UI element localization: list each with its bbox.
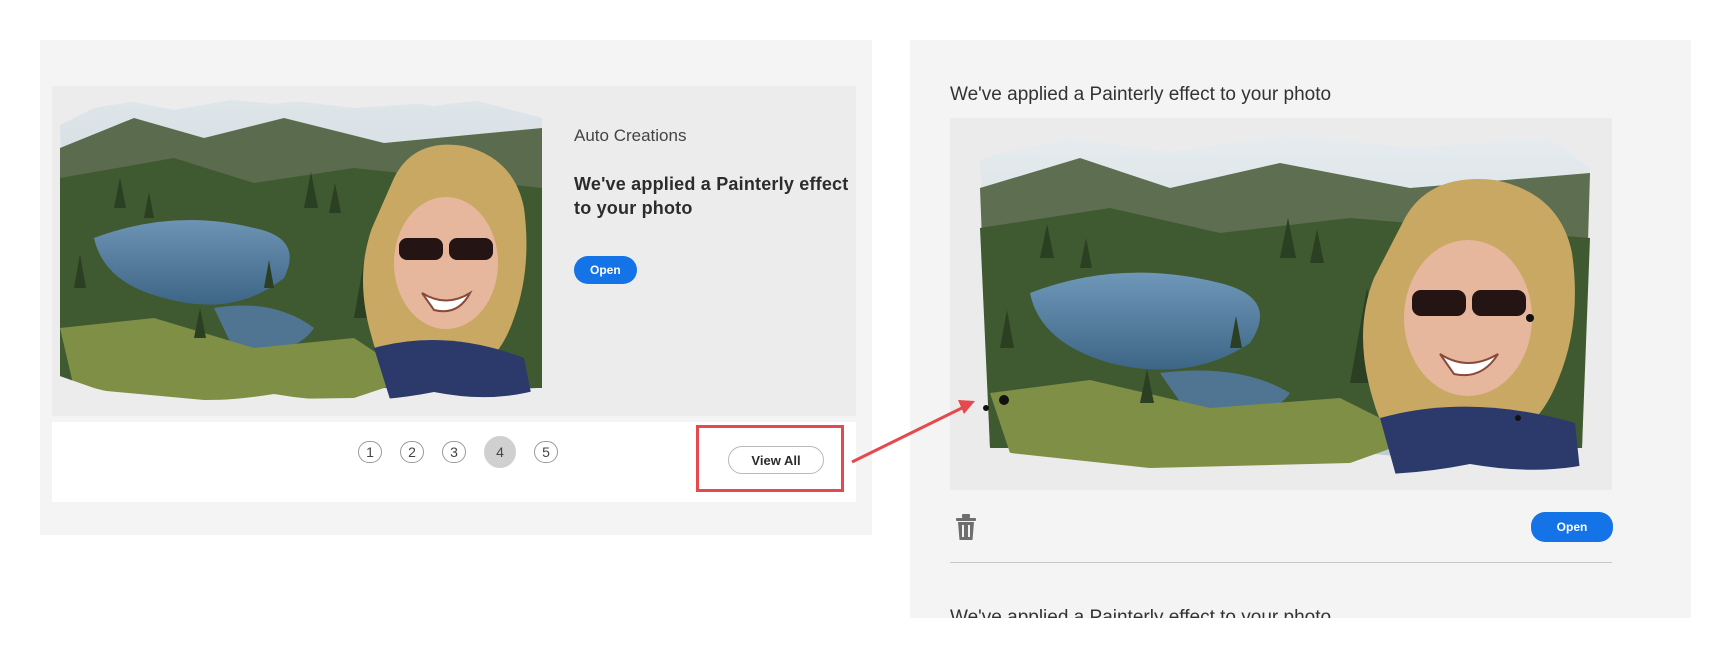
pagination: 1 2 3 4 5 xyxy=(358,436,558,468)
painterly-photo-large[interactable] xyxy=(950,118,1612,490)
card-title: We've applied a Painterly effect to your… xyxy=(574,174,849,218)
page-1-button[interactable]: 1 xyxy=(358,441,382,463)
card-text: Auto Creations We've applied a Painterly… xyxy=(574,126,854,284)
page-5-button[interactable]: 5 xyxy=(534,441,558,463)
auto-creations-panel: Auto Creations We've applied a Painterly… xyxy=(40,40,872,535)
view-all-button[interactable]: View All xyxy=(728,446,824,474)
open-button[interactable]: Open xyxy=(574,256,637,284)
detail-title: We've applied a Painterly effect to your… xyxy=(950,84,1332,105)
card-eyebrow: Auto Creations xyxy=(574,126,687,145)
detail-open-button[interactable]: Open xyxy=(1531,512,1613,542)
page-3-button[interactable]: 3 xyxy=(442,441,466,463)
pagination-bar: 1 2 3 4 5 View All xyxy=(52,422,856,502)
trash-icon[interactable] xyxy=(952,512,980,542)
page-2-button[interactable]: 2 xyxy=(400,441,424,463)
painterly-photo-thumbnail[interactable] xyxy=(54,88,544,414)
detail-photo-frame xyxy=(950,118,1612,490)
page-4-button[interactable]: 4 xyxy=(484,436,516,468)
auto-creation-card: Auto Creations We've applied a Painterly… xyxy=(52,86,856,416)
next-item-title: We've applied a Painterly effect to your… xyxy=(950,607,1332,618)
creation-detail-panel: We've applied a Painterly effect to your… xyxy=(910,40,1691,618)
divider xyxy=(950,562,1612,563)
